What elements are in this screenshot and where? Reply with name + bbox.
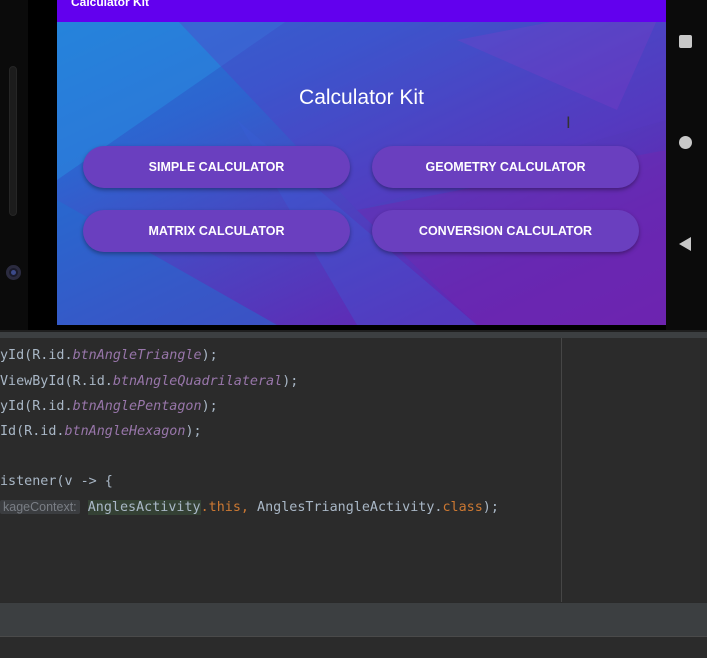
emulator-side-bar [9, 66, 17, 216]
code-line-6: kageContext: AnglesActivity.this, Angles… [0, 497, 499, 517]
overview-square-icon[interactable] [679, 35, 692, 48]
device-screen: Calculator Kit Calculator Kit SIMPLE CAL… [57, 0, 666, 325]
camera-icon [6, 265, 21, 280]
code-line-5: istener(v -> { [0, 474, 113, 489]
text-cursor-icon: I [566, 113, 571, 132]
emulator-left-rail [0, 0, 28, 330]
home-circle-icon[interactable] [679, 136, 692, 149]
editor-bottom-panel [0, 602, 707, 636]
back-triangle-icon[interactable] [679, 237, 691, 251]
geometry-calculator-button[interactable]: GEOMETRY CALCULATOR [372, 146, 639, 188]
app-bar: Calculator Kit [57, 0, 666, 22]
page-title: Calculator Kit [299, 86, 424, 109]
matrix-calculator-button[interactable]: MATRIX CALCULATOR [83, 210, 350, 252]
panel-splitter[interactable] [0, 330, 707, 338]
highlighted-identifier: AnglesActivity [87, 500, 201, 515]
code-line-4: Id(R.id.btnAngleHexagon); [0, 424, 202, 439]
simple-calculator-button[interactable]: SIMPLE CALCULATOR [83, 146, 350, 188]
status-strip [0, 636, 707, 658]
code-editor[interactable]: yId(R.id.btnAngleTriangle); ViewById(R.i… [0, 338, 707, 602]
emulator-window: Calculator Kit Calculator Kit SIMPLE CAL… [0, 0, 707, 330]
appbar-title: Calculator Kit [71, 0, 150, 9]
emulator-nav-column [666, 0, 707, 330]
parameter-hint: kageContext: [0, 500, 80, 514]
code-line-2: ViewById(R.id.btnAngleQuadrilateral); [0, 374, 299, 389]
code-line-3: yId(R.id.btnAnglePentagon); [0, 399, 218, 414]
code-line-1: yId(R.id.btnAngleTriangle); [0, 348, 218, 363]
editor-right-margin [561, 338, 562, 602]
conversion-calculator-button[interactable]: CONVERSION CALCULATOR [372, 210, 639, 252]
